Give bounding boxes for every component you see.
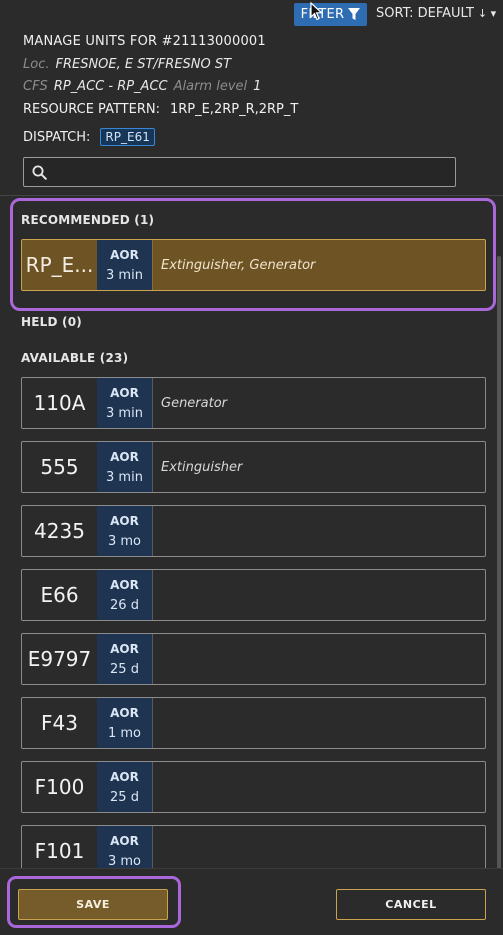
unit-capabilities: Generator — [152, 378, 485, 428]
cfs-value: RP_ACC - RP_ACC — [53, 79, 168, 94]
unit-capabilities: Extinguisher — [152, 442, 485, 492]
unit-capabilities — [152, 762, 485, 812]
aor-label: AOR — [110, 705, 139, 720]
unit-card[interactable]: E9797 AOR 25 d — [21, 633, 486, 685]
alarm-label: Alarm level — [173, 79, 248, 94]
aor-time: 26 d — [110, 597, 139, 613]
unit-list[interactable]: RECOMMENDED (1) RP_E... AOR 3 min Exting… — [0, 196, 503, 868]
aor-badge: AOR 25 d — [97, 762, 152, 812]
aor-badge: AOR 3 min — [97, 442, 152, 492]
unit-capabilities: Extinguisher, Generator — [152, 240, 485, 290]
unit-capabilities — [152, 826, 485, 868]
scrollbar[interactable] — [497, 256, 501, 868]
sort-label: SORT: DEFAULT — [376, 6, 474, 21]
aor-badge: AOR 25 d — [97, 634, 152, 684]
cfs-label: CFS — [23, 79, 48, 94]
search-box[interactable] — [23, 157, 456, 187]
aor-time: 3 min — [106, 469, 143, 485]
aor-time: 25 d — [110, 789, 139, 805]
location-row: Loc. FRESNOE, E ST/FRESNO ST — [23, 54, 493, 76]
aor-badge: AOR 3 mo — [97, 506, 152, 556]
unit-card[interactable]: F101 AOR 3 mo — [21, 825, 486, 868]
search-input[interactable] — [47, 164, 455, 180]
unit-capabilities — [152, 506, 485, 556]
unit-card[interactable]: 110A AOR 3 min Generator — [21, 377, 486, 429]
filter-button[interactable]: FILTER — [294, 3, 367, 26]
aor-badge: AOR 1 mo — [97, 698, 152, 748]
dispatch-label: DISPATCH: — [23, 129, 91, 145]
aor-time: 25 d — [110, 661, 139, 677]
aor-time: 3 min — [106, 405, 143, 421]
unit-capabilities — [152, 570, 485, 620]
aor-badge: AOR 3 min — [97, 240, 152, 290]
incident-header: MANAGE UNITS FOR #21113000001 Loc. FRESNO… — [23, 34, 493, 152]
section-held: HELD (0) — [21, 315, 82, 329]
dispatch-badge[interactable]: RP_E61 — [100, 128, 155, 146]
aor-label: AOR — [110, 833, 139, 848]
funnel-icon — [348, 8, 361, 20]
aor-label: AOR — [110, 577, 139, 592]
aor-time: 3 mo — [107, 853, 142, 869]
aor-time: 3 min — [106, 267, 143, 283]
unit-name: 555 — [40, 455, 79, 479]
resource-pattern-row: RESOURCE PATTERN: 1RP_E,2RP_R,2RP_T — [23, 98, 493, 122]
resource-pattern-value: 1RP_E,2RP_R,2RP_T — [169, 102, 299, 117]
unit-name: F43 — [41, 711, 78, 735]
search-icon — [32, 165, 47, 180]
aor-time: 1 mo — [107, 725, 142, 741]
unit-card-recommended[interactable]: RP_E... AOR 3 min Extinguisher, Generato… — [21, 239, 486, 291]
aor-badge: AOR 3 mo — [97, 826, 152, 868]
unit-capabilities — [152, 634, 485, 684]
dispatch-row: DISPATCH: RP_E61 — [23, 122, 493, 152]
footer-bar: SAVE CANCEL — [0, 868, 503, 935]
sort-caret-icon: ↓ ▾ — [477, 7, 497, 20]
location-value: FRESNOE, E ST/FRESNO ST — [55, 57, 232, 72]
section-recommended: RECOMMENDED (1) — [21, 213, 155, 227]
mouse-cursor-icon — [310, 2, 324, 21]
unit-card[interactable]: F43 AOR 1 mo — [21, 697, 486, 749]
unit-card[interactable]: F100 AOR 25 d — [21, 761, 486, 813]
aor-label: AOR — [110, 247, 139, 262]
unit-name: E66 — [40, 583, 79, 607]
aor-label: AOR — [110, 513, 139, 528]
aor-label: AOR — [110, 769, 139, 784]
unit-card[interactable]: 4235 AOR 3 mo — [21, 505, 486, 557]
location-label: Loc. — [23, 57, 50, 72]
aor-label: AOR — [110, 385, 139, 400]
alarm-value: 1 — [253, 79, 262, 94]
unit-capabilities — [152, 698, 485, 748]
aor-badge: AOR 26 d — [97, 570, 152, 620]
section-available: AVAILABLE (23) — [21, 351, 129, 365]
aor-label: AOR — [110, 641, 139, 656]
cancel-button[interactable]: CANCEL — [336, 889, 486, 920]
unit-name: F101 — [34, 839, 85, 863]
aor-time: 3 mo — [107, 533, 142, 549]
unit-name: F100 — [34, 775, 85, 799]
unit-name: E9797 — [27, 647, 92, 671]
unit-card[interactable]: 555 AOR 3 min Extinguisher — [21, 441, 486, 493]
resource-pattern-label: RESOURCE PATTERN: — [23, 102, 160, 117]
unit-name: 110A — [33, 391, 86, 415]
top-bar: FILTER SORT: DEFAULT ↓ ▾ — [0, 0, 503, 30]
save-button[interactable]: SAVE — [18, 889, 168, 920]
page-title: MANAGE UNITS FOR #21113000001 — [23, 34, 266, 49]
unit-name: RP_E... — [25, 253, 94, 277]
cfs-row: CFS RP_ACC - RP_ACC Alarm level 1 — [23, 76, 493, 98]
unit-card[interactable]: E66 AOR 26 d — [21, 569, 486, 621]
sort-dropdown[interactable]: SORT: DEFAULT ↓ ▾ — [376, 6, 496, 21]
aor-badge: AOR 3 min — [97, 378, 152, 428]
aor-label: AOR — [110, 449, 139, 464]
unit-name: 4235 — [34, 519, 85, 543]
